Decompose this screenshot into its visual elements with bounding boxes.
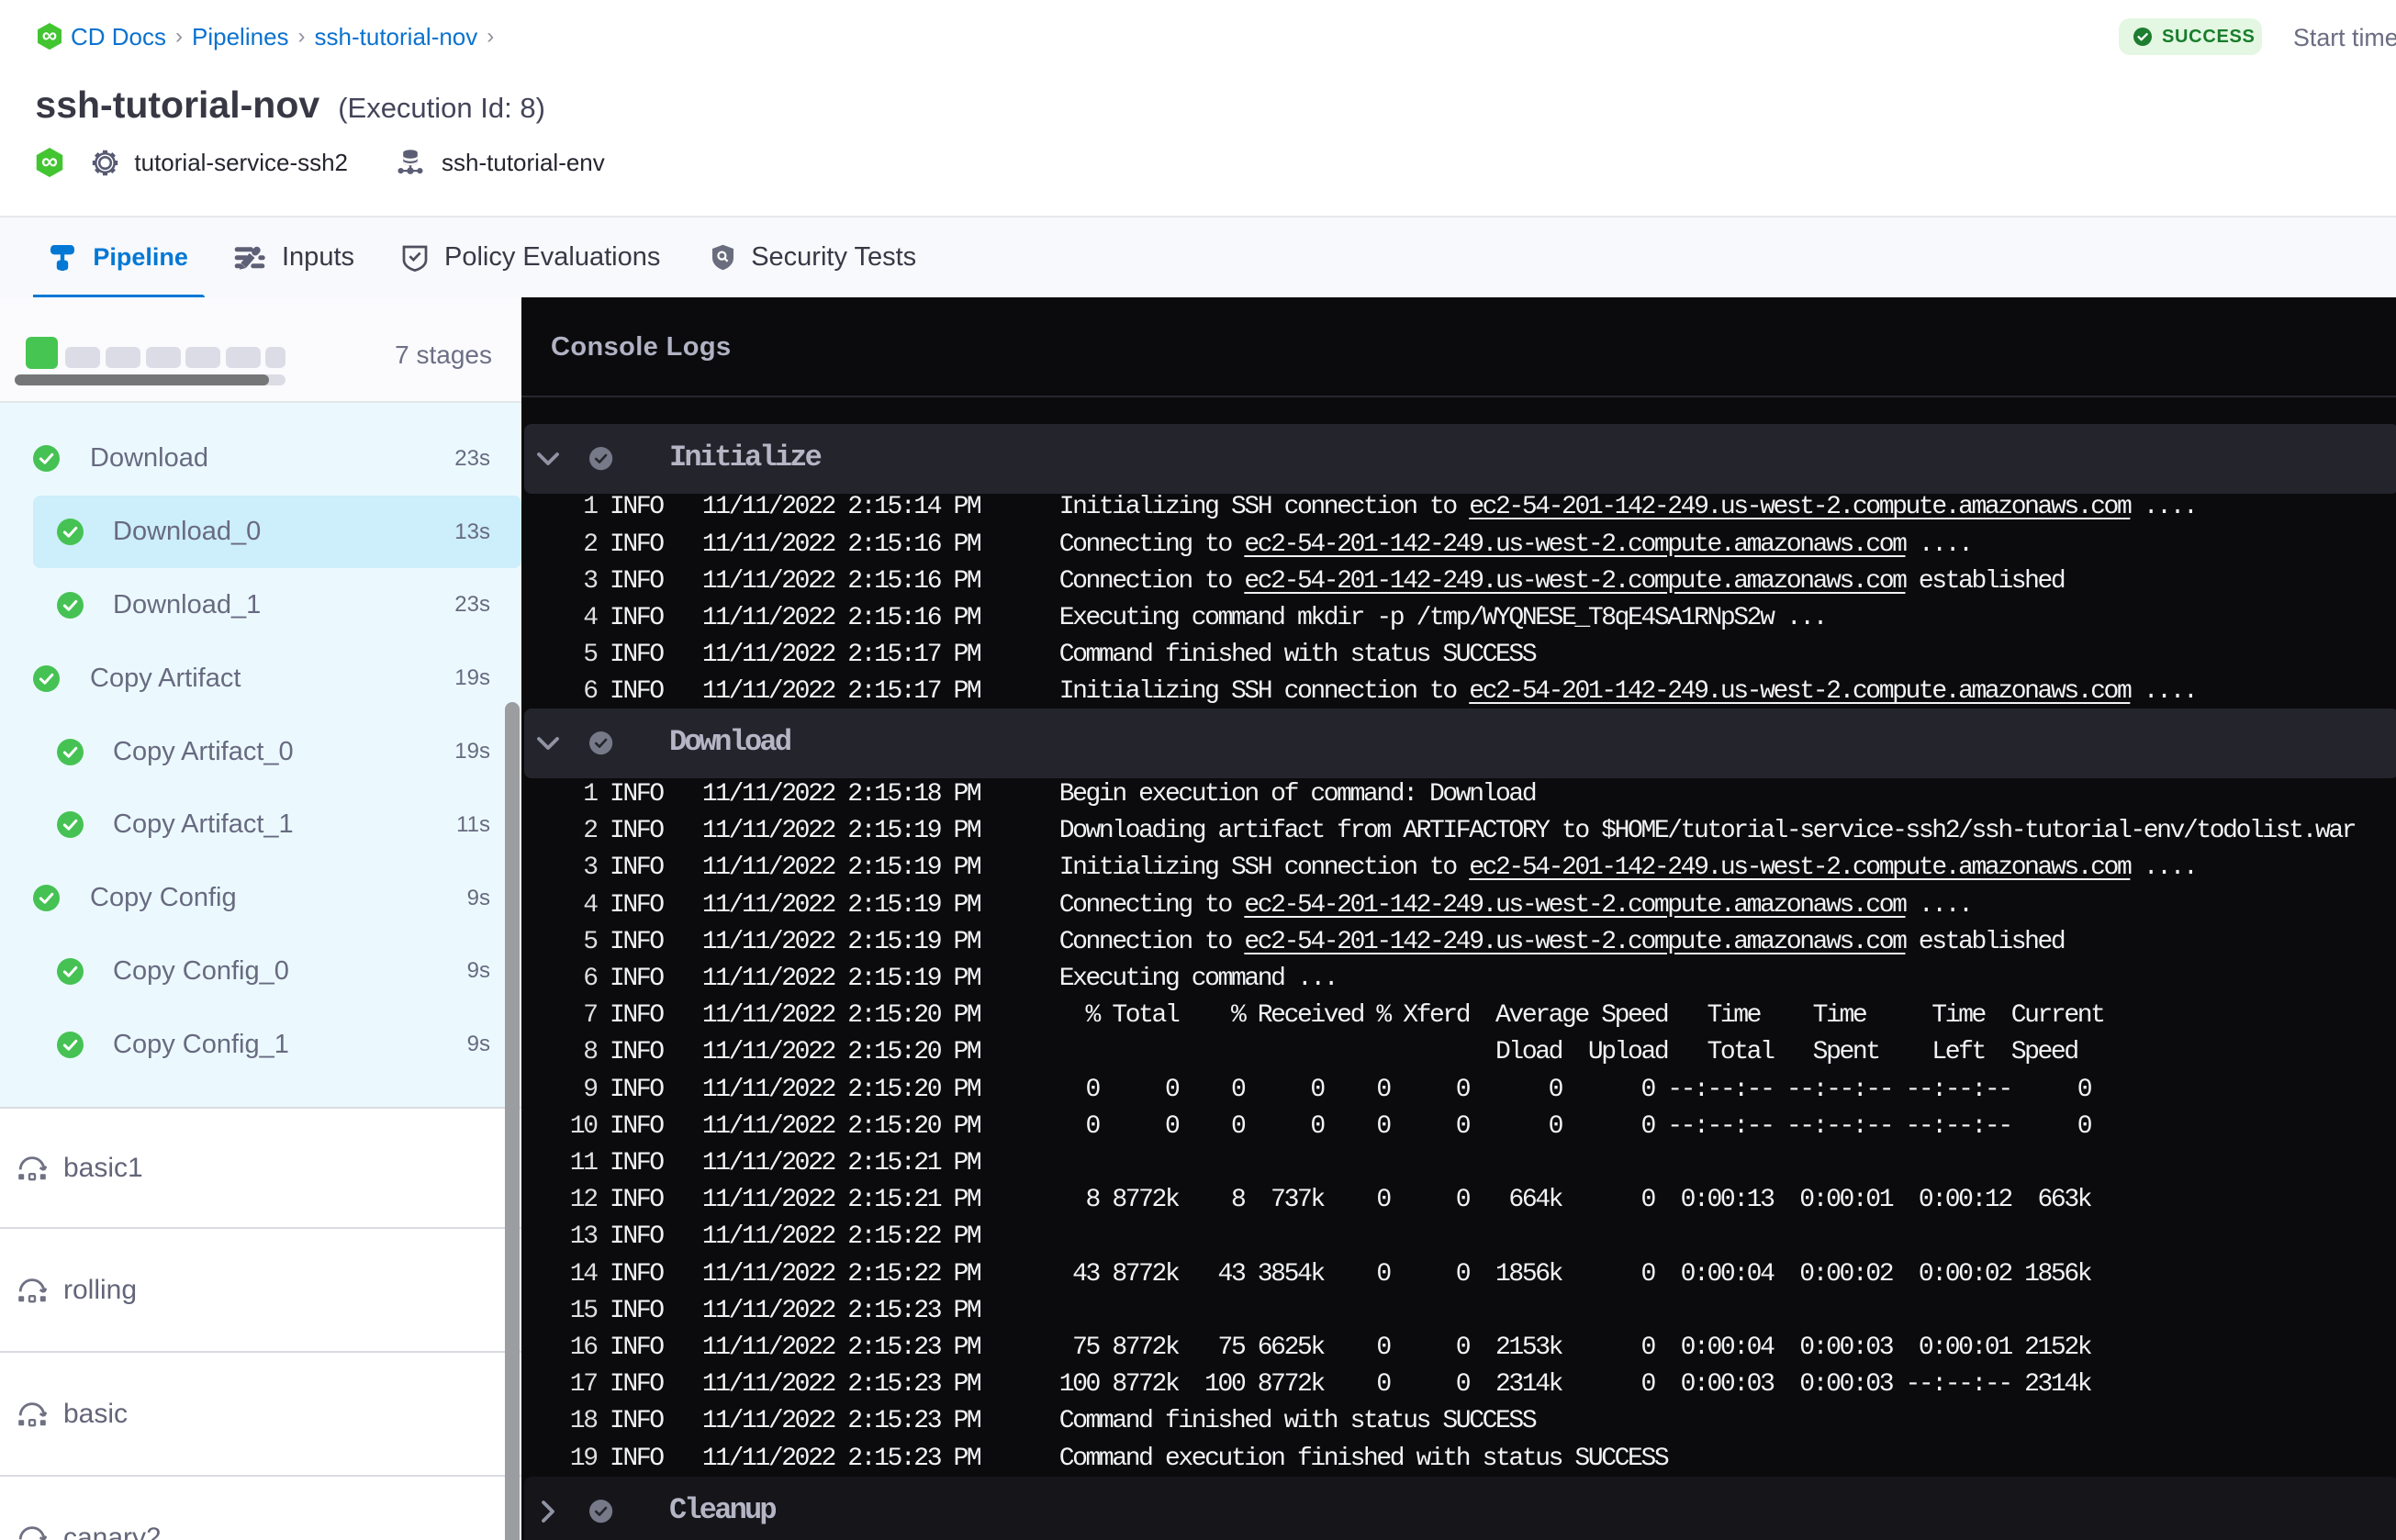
svg-text:∞: ∞ [42,23,57,47]
svg-text:∞: ∞ [41,149,58,174]
